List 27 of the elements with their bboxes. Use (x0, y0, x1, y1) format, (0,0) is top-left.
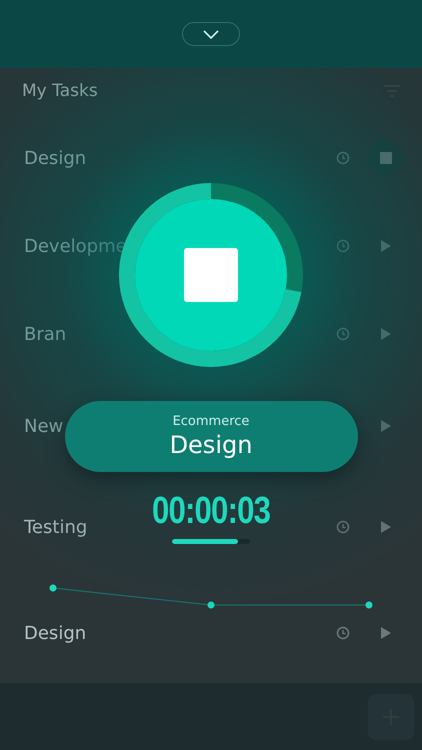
task-title: Developme (24, 236, 127, 256)
chart-point (366, 602, 372, 608)
task-title: Design (24, 148, 86, 168)
chevron-down-icon (203, 30, 219, 38)
collapse-button[interactable] (182, 22, 240, 46)
task-title: New (24, 416, 64, 436)
play-icon[interactable] (381, 420, 391, 432)
task-title: Bran (24, 324, 66, 344)
play-icon[interactable] (381, 627, 391, 639)
clock-icon (336, 239, 350, 253)
stop-icon (380, 152, 392, 164)
play-icon[interactable] (381, 240, 391, 252)
clock-icon (336, 520, 350, 534)
task-category: Ecommerce (172, 414, 250, 429)
task-title: Testing (24, 516, 88, 538)
clock-icon (336, 626, 350, 640)
task-name: Design (170, 431, 252, 459)
play-icon[interactable] (381, 521, 391, 533)
chart-point (208, 602, 214, 608)
clock-icon (336, 327, 350, 341)
list-title: My Tasks (22, 81, 98, 101)
clock-icon (336, 151, 350, 165)
chart-point (50, 584, 56, 592)
play-icon[interactable] (381, 328, 391, 340)
elapsed-time: 00:00:03 (152, 490, 270, 533)
stop-button[interactable] (135, 199, 287, 351)
task-title: Design (24, 622, 86, 644)
